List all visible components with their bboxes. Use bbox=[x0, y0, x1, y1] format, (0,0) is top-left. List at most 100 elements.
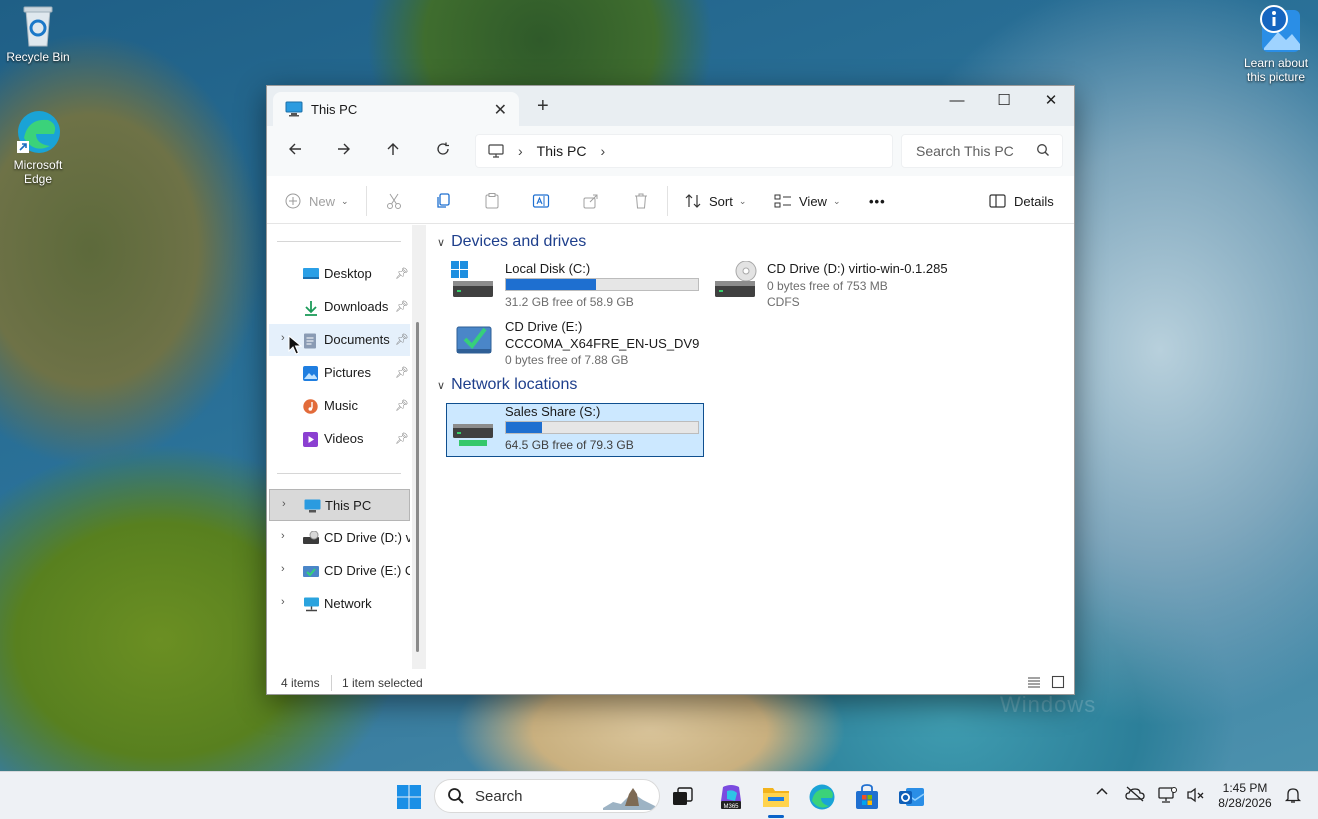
edge-desktop-icon[interactable]: Microsoft Edge bbox=[0, 108, 76, 186]
capacity-bar-fill bbox=[506, 422, 543, 433]
pin-icon: 📌︎ bbox=[395, 400, 409, 412]
notifications-button[interactable] bbox=[1284, 786, 1302, 807]
view-button[interactable]: View ⌄ bbox=[774, 188, 841, 214]
start-button[interactable] bbox=[393, 781, 425, 813]
onedrive-tray-icon[interactable] bbox=[1125, 786, 1145, 805]
address-bar[interactable]: › This PC › bbox=[475, 134, 893, 168]
music-icon bbox=[303, 399, 318, 414]
downloads-icon bbox=[305, 301, 317, 316]
paste-icon bbox=[485, 193, 499, 209]
edge-taskbar-button[interactable] bbox=[806, 781, 838, 813]
nav-scroll-track bbox=[412, 225, 426, 669]
search-input[interactable]: Search This PC bbox=[901, 134, 1063, 168]
nav-item-label: CD Drive (E:) CC bbox=[324, 563, 410, 578]
breadcrumb-this-pc[interactable]: This PC bbox=[537, 143, 587, 159]
microsoft-365-button[interactable]: M365 bbox=[715, 781, 747, 813]
copy-icon bbox=[437, 193, 450, 208]
see-more-button[interactable]: ••• bbox=[869, 188, 886, 214]
capacity-bar bbox=[505, 421, 699, 434]
chevron-down-icon: ∨ bbox=[437, 236, 446, 249]
maximize-button[interactable]: ☐ bbox=[981, 86, 1027, 118]
paste-button[interactable] bbox=[483, 188, 501, 214]
new-tab-button[interactable]: + bbox=[537, 96, 549, 116]
recycle-bin-desktop-icon[interactable]: Recycle Bin bbox=[0, 4, 76, 64]
nav-item-cd-drive-e[interactable]: › CD Drive (E:) CC bbox=[269, 555, 410, 587]
local-disk-icon bbox=[451, 261, 493, 297]
microsoft-store-icon bbox=[856, 784, 878, 809]
close-tab-button[interactable]: ✕ bbox=[494, 100, 507, 120]
nav-item-network[interactable]: › Network bbox=[269, 588, 410, 620]
drive-cd-d[interactable]: CD Drive (D:) virtio-win-0.1.285 0 bytes… bbox=[709, 261, 967, 315]
nav-item-pictures[interactable]: Pictures 📌︎ bbox=[269, 357, 410, 389]
chevron-up-icon bbox=[1096, 787, 1108, 795]
show-hidden-icons-button[interactable] bbox=[1095, 785, 1109, 803]
drive-volume-label: CCCOMA_X64FRE_EN-US_DV9 bbox=[505, 336, 700, 351]
edge-label: Microsoft Edge bbox=[13, 158, 63, 186]
this-pc-icon bbox=[285, 101, 303, 117]
nav-item-videos[interactable]: Videos 📌︎ bbox=[269, 423, 410, 455]
capacity-bar-fill bbox=[506, 279, 597, 290]
rename-button[interactable] bbox=[532, 188, 550, 214]
documents-icon bbox=[304, 333, 316, 349]
learn-about-picture-desktop-icon[interactable]: Learn about this picture bbox=[1238, 2, 1314, 84]
chevron-right-icon: › bbox=[281, 596, 285, 608]
copy-button[interactable] bbox=[434, 188, 452, 214]
selection-count: 1 item selected bbox=[342, 676, 423, 690]
cd-drive-icon bbox=[303, 531, 319, 544]
new-button[interactable]: New ⌄ bbox=[285, 188, 349, 214]
chevron-down-icon: ∨ bbox=[437, 379, 446, 392]
task-view-button[interactable] bbox=[667, 781, 699, 813]
nav-item-label: Pictures bbox=[324, 365, 371, 380]
nav-item-cd-drive-d[interactable]: › CD Drive (D:) vir bbox=[269, 522, 410, 554]
file-explorer-window: This PC ✕ + — ☐ ✕ › This PC › Search Thi… bbox=[266, 85, 1075, 695]
delete-button[interactable] bbox=[632, 188, 650, 214]
cut-button[interactable] bbox=[385, 188, 403, 214]
group-header-devices[interactable]: ∨ Devices and drives bbox=[437, 233, 586, 251]
nav-item-label: Documents bbox=[324, 332, 390, 347]
forward-arrow-icon bbox=[338, 143, 350, 155]
sort-button[interactable]: Sort ⌄ bbox=[684, 188, 746, 214]
videos-icon bbox=[303, 432, 318, 447]
details-view-icon[interactable] bbox=[1027, 675, 1041, 689]
view-label: View bbox=[799, 193, 827, 209]
nav-item-music[interactable]: Music 📌︎ bbox=[269, 390, 410, 422]
taskbar-search[interactable]: Search bbox=[434, 779, 660, 813]
details-pane-icon bbox=[989, 194, 1006, 208]
forward-button[interactable] bbox=[330, 138, 358, 164]
search-icon bbox=[1037, 144, 1049, 156]
learn-about-picture-icon bbox=[1260, 5, 1300, 52]
breadcrumb-chevron[interactable]: › bbox=[600, 143, 605, 159]
outlook-button[interactable] bbox=[896, 781, 928, 813]
drive-cd-e[interactable]: CD Drive (E:) CCCOMA_X64FRE_EN-US_DV9 0 … bbox=[447, 319, 705, 373]
clock[interactable]: 1:45 PM 8/28/2026 bbox=[1212, 781, 1278, 811]
tiles-view-icon[interactable] bbox=[1051, 675, 1065, 689]
refresh-button[interactable] bbox=[429, 138, 457, 164]
file-explorer-button[interactable] bbox=[760, 781, 792, 813]
drive-sales-share-s[interactable]: Sales Share (S:) 64.5 GB free of 79.3 GB bbox=[446, 403, 704, 457]
nav-item-downloads[interactable]: Downloads 📌︎ bbox=[269, 291, 410, 323]
nav-item-desktop[interactable]: Desktop 📌︎ bbox=[269, 258, 410, 290]
details-button[interactable]: Details bbox=[989, 188, 1054, 214]
nav-scrollbar[interactable] bbox=[416, 322, 419, 652]
desktop-icon bbox=[303, 268, 319, 279]
microsoft-edge-icon bbox=[17, 111, 60, 153]
microsoft-store-button[interactable] bbox=[851, 781, 883, 813]
up-button[interactable] bbox=[379, 138, 407, 164]
minimize-button[interactable]: — bbox=[934, 86, 980, 118]
taskbar-search-label: Search bbox=[475, 787, 523, 805]
close-window-button[interactable]: ✕ bbox=[1028, 86, 1074, 118]
content-pane: ∨ Devices and drives Local Disk (C:) 31.… bbox=[427, 225, 1074, 669]
sort-icon bbox=[685, 194, 701, 208]
volume-tray-icon[interactable] bbox=[1186, 786, 1206, 807]
network-tray-icon[interactable] bbox=[1158, 786, 1178, 807]
share-button[interactable] bbox=[582, 188, 600, 214]
command-bar: New ⌄ Sort ⌄ View ⌄ ••• Details bbox=[267, 176, 1074, 224]
drive-free-space: 0 bytes free of 753 MB bbox=[767, 279, 888, 293]
nav-item-label: CD Drive (D:) vir bbox=[324, 530, 410, 545]
tab-this-pc[interactable]: This PC ✕ bbox=[273, 92, 519, 126]
group-header-network[interactable]: ∨ Network locations bbox=[437, 376, 577, 394]
drive-local-disk-c[interactable]: Local Disk (C:) 31.2 GB free of 58.9 GB bbox=[447, 261, 705, 315]
back-arrow-icon bbox=[289, 143, 301, 155]
back-button[interactable] bbox=[281, 138, 309, 164]
nav-item-this-pc[interactable]: › This PC bbox=[269, 489, 410, 521]
